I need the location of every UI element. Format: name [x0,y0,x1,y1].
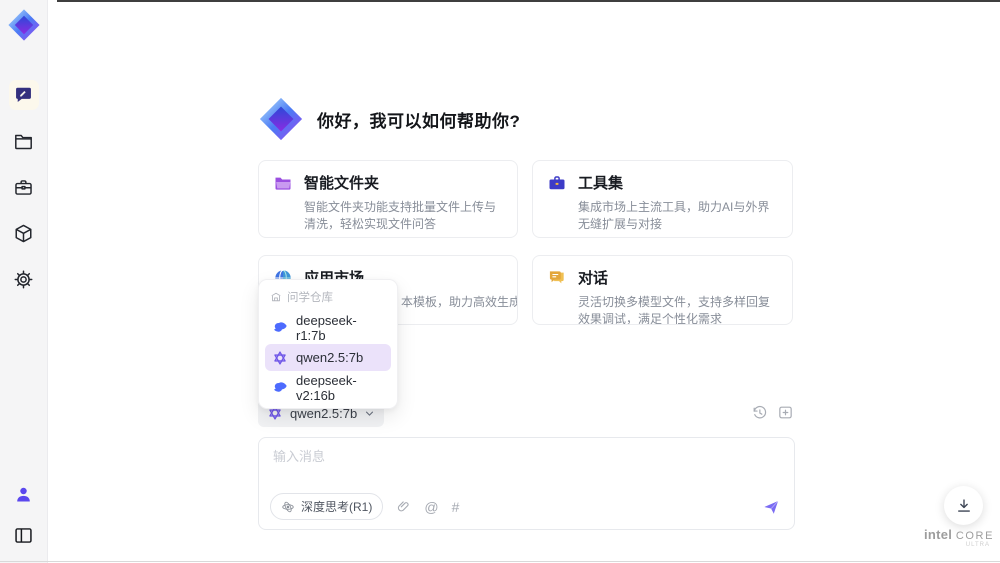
card-description: 集成市场上主流工具，助力AI与外界无缝扩展与对接 [578,200,770,232]
sidebar-item-chat[interactable] [8,80,39,110]
model-option-label: deepseek-r1:7b [296,312,357,343]
brand-core: core [955,530,995,542]
folder-icon [275,177,291,190]
model-dropdown-header-label: 问学仓库 [287,292,333,304]
sidebar-bottom [9,479,39,550]
user-icon [17,487,30,501]
deep-think-icon [282,501,294,512]
window-bottom-edge [0,561,1000,562]
chat-icon [16,87,31,102]
repository-icon [271,292,281,302]
chat-bubble-icon [549,270,564,283]
intel-core-logo: intel core ULTRA [922,527,996,548]
model-dropdown: 问学仓库 deepseek-r1:7b qwen2.5:7b deepseek-… [258,279,398,409]
deep-think-label: 深度思考(R1) [301,500,373,514]
briefcase-icon [549,175,565,189]
card-description: 智能文件夹功能支持批量文件上传与清洗，轻松实现文件问答 [304,200,497,232]
split-panel-icon [15,527,32,543]
composer: 深度思考(R1) @ # [258,437,795,530]
new-chat-icon[interactable] [777,404,794,421]
sidebar-nav [8,80,39,294]
deep-think-button[interactable]: 深度思考(R1) [270,493,384,520]
card-smart-folder[interactable]: 智能文件夹 智能文件夹功能支持批量文件上传与清洗，轻松实现文件问答 [258,160,518,238]
sidebar-item-folders[interactable] [9,126,39,156]
composer-toolbar: 深度思考(R1) @ # [270,493,781,520]
qwen-star-icon [274,350,286,365]
history-icon[interactable] [751,404,768,421]
model-option-deepseek-r1[interactable]: deepseek-r1:7b [265,312,391,343]
message-input[interactable] [271,444,780,486]
model-dropdown-header: 问学仓库 [265,287,391,311]
chevron-down-icon [366,411,374,416]
card-title: 工具集 [578,175,624,192]
model-option-label: deepseek-v2:16b [296,372,357,403]
folder-icon [15,134,32,149]
send-icon [762,499,779,515]
brand-intel: intel [923,527,953,542]
composer-top-icons [751,404,794,421]
app-logo-icon [7,9,40,41]
card-description: 灵活切换多模型文件，支持多样回复效果调试，满足个性化需求 [578,295,771,325]
cube-icon [15,224,32,242]
deepseek-whale-icon [274,381,287,392]
model-option-deepseek-v2[interactable]: deepseek-v2:16b [265,372,391,403]
paperclip-icon [398,501,409,512]
attach-file-button[interactable] [396,499,411,514]
download-button[interactable] [944,486,983,525]
download-icon [957,498,970,512]
mention-button[interactable]: @ [424,500,438,514]
toolbox-icon [15,179,32,195]
sidebar-item-toolbox[interactable] [9,172,39,202]
card-toolset[interactable]: 工具集 集成市场上主流工具，助力AI与外界无缝扩展与对接 [532,160,793,238]
gear-icon [14,270,33,288]
sidebar-item-user[interactable] [9,479,39,509]
hashtag-button[interactable]: # [452,500,460,514]
send-button[interactable] [761,497,781,517]
app-logo-icon [259,97,303,141]
page-title: 你好，我可以如何帮助你? [317,111,521,131]
card-title: 智能文件夹 [304,175,380,192]
card-title: 对话 [578,270,609,287]
sidebar-item-settings[interactable] [9,264,39,294]
main-content: 你好，我可以如何帮助你? 智能文件夹 智能文件夹功能支持批量文件上传与清洗，轻松… [258,0,795,563]
card-dialogue[interactable]: 对话 灵活切换多模型文件，支持多样回复效果调试，满足个性化需求 [532,255,793,325]
model-option-label: qwen2.5:7b [296,350,364,365]
model-option-qwen[interactable]: qwen2.5:7b [265,344,391,371]
greeting-row: 你好，我可以如何帮助你? [258,96,520,142]
sidebar [0,0,48,563]
brand-ultra: ULTRA [965,542,990,548]
sidebar-item-panel[interactable] [9,520,39,550]
sidebar-item-apps[interactable] [9,218,39,248]
deepseek-whale-icon [274,321,287,332]
